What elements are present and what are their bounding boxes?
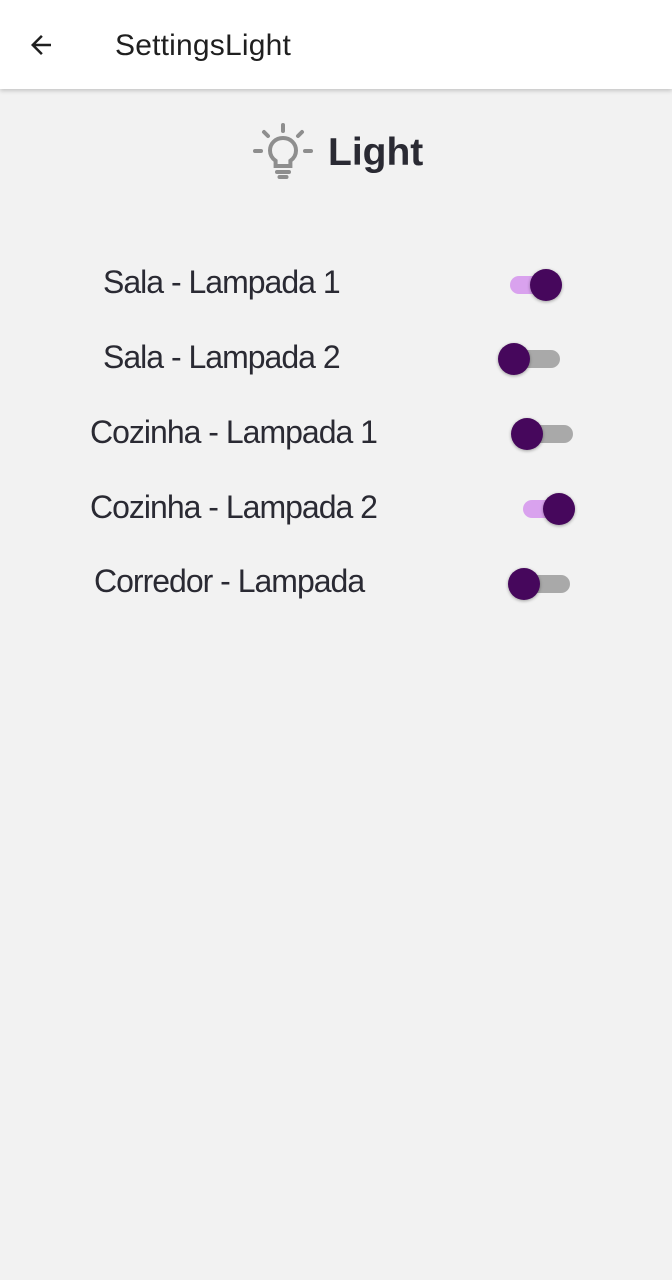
switch-sala-1[interactable]: [510, 265, 562, 305]
settings-content: Light Sala - Lampada 1 Sala - Lampada 2 …: [0, 89, 672, 1280]
switch-sala-2[interactable]: [498, 339, 560, 379]
switch-thumb: [498, 343, 530, 375]
switch-thumb: [530, 269, 562, 301]
light-label-sala-1: Sala - Lampada 1: [103, 264, 341, 300]
light-label-corredor: Corredor - Lampada: [94, 563, 365, 599]
switch-thumb: [511, 418, 543, 450]
switch-thumb: [508, 568, 540, 600]
switch-corredor[interactable]: [508, 564, 570, 604]
light-label-sala-2: Sala - Lampada 2: [103, 339, 341, 375]
lightbulb-icon: [253, 123, 313, 179]
light-label-cozinha-2: Cozinha - Lampada 2: [90, 489, 378, 525]
page-title: Light: [328, 131, 424, 174]
switch-thumb: [543, 493, 575, 525]
app-bar: SettingsLight: [0, 0, 672, 89]
arrow-back-icon: [31, 35, 51, 55]
back-button[interactable]: [16, 20, 66, 70]
switch-cozinha-1[interactable]: [511, 414, 573, 454]
switch-cozinha-2[interactable]: [523, 489, 575, 529]
appbar-title: SettingsLight: [115, 29, 292, 62]
light-label-cozinha-1: Cozinha - Lampada 1: [90, 414, 378, 450]
page-heading: Light: [252, 122, 423, 184]
